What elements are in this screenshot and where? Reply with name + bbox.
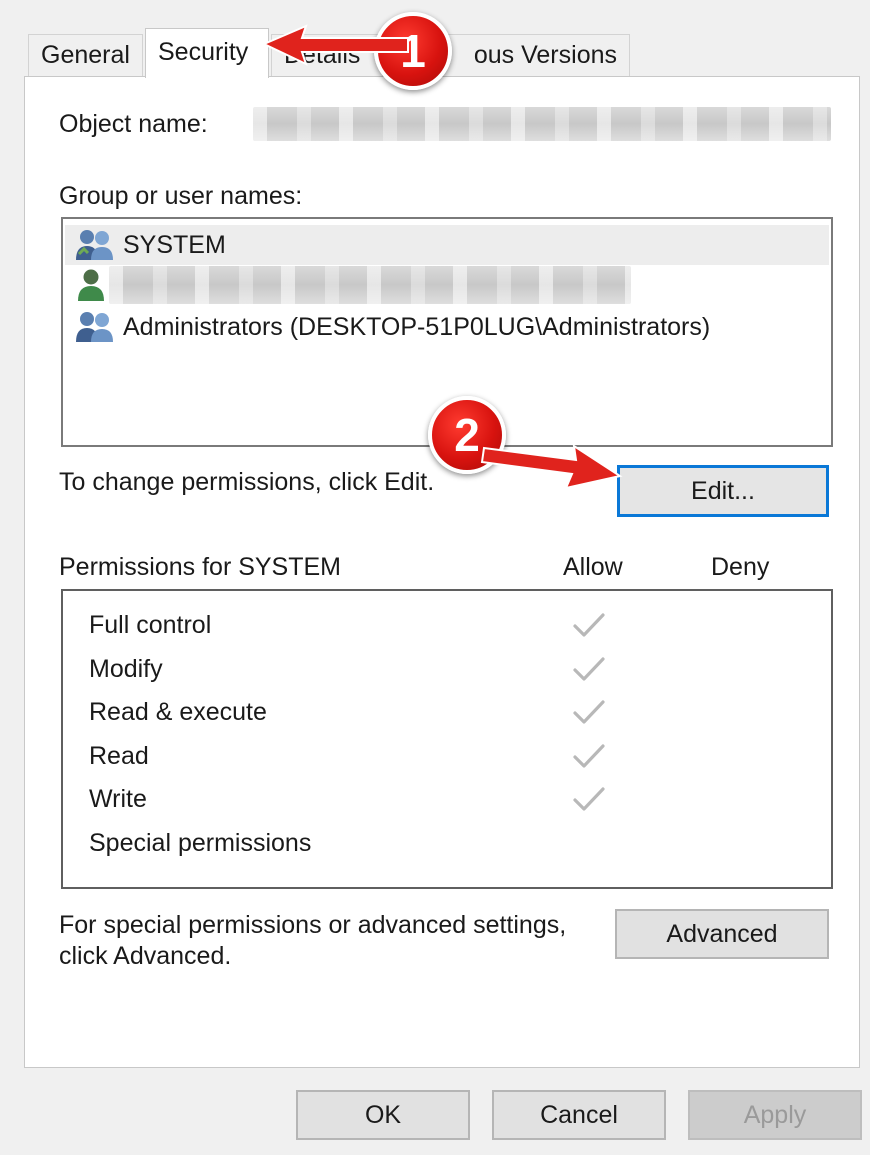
tab-details[interactable]: Details: [271, 34, 383, 76]
group-users-icon: [75, 228, 115, 262]
user-name-redacted: [109, 266, 631, 304]
tab-security[interactable]: Security: [145, 28, 269, 78]
cancel-button[interactable]: Cancel: [492, 1090, 666, 1140]
allow-check-icon: [571, 653, 607, 685]
permission-row: Read & execute: [89, 694, 789, 730]
permission-name: Special permissions: [89, 828, 312, 857]
security-panel: Object name: Group or user names: SYSTEM: [24, 76, 860, 1068]
list-item-user[interactable]: [65, 265, 829, 305]
permission-name: Write: [89, 785, 147, 813]
object-name-value-redacted: [253, 107, 831, 141]
change-permissions-hint: To change permissions, click Edit.: [59, 468, 435, 496]
list-item-label: Administrators (DESKTOP-51P0LUG\Administ…: [123, 312, 711, 341]
allow-check-icon: [571, 609, 607, 641]
deny-column-header: Deny: [711, 553, 770, 581]
allow-check-icon: [571, 740, 607, 772]
tab-general[interactable]: General: [28, 34, 143, 76]
advanced-hint-line2: click Advanced.: [59, 942, 232, 970]
annotation-badge-2: 2: [428, 396, 506, 474]
advanced-button[interactable]: Advanced: [615, 909, 829, 959]
annotation-badge-1: 1: [374, 12, 452, 90]
allow-check-icon: [571, 783, 607, 815]
allow-check-icon: [571, 696, 607, 728]
permission-name: Full control: [89, 611, 212, 639]
allow-column-header: Allow: [563, 553, 623, 581]
group-user-names-label: Group or user names:: [59, 182, 303, 210]
list-item-label: SYSTEM: [123, 230, 226, 259]
apply-button: Apply: [688, 1090, 862, 1140]
list-item-system[interactable]: SYSTEM: [65, 225, 829, 265]
list-item-administrators[interactable]: Administrators (DESKTOP-51P0LUG\Administ…: [65, 307, 829, 347]
permission-name: Read: [89, 741, 149, 770]
group-users-icon: [75, 310, 115, 344]
permissions-for-label: Permissions for SYSTEM: [59, 553, 342, 581]
permission-name: Modify: [89, 654, 163, 683]
ok-button[interactable]: OK: [296, 1090, 470, 1140]
permission-row: Full control: [89, 607, 789, 643]
permission-row: Write: [89, 781, 789, 817]
properties-dialog: General Details ous Versions Security Ob…: [0, 0, 870, 1155]
advanced-hint-line1: For special permissions or advanced sett…: [59, 911, 567, 939]
permissions-list: Full control Modify Read & execute Read Writ…: [61, 589, 833, 889]
object-name-label: Object name:: [59, 110, 208, 138]
permission-row: Modify: [89, 651, 789, 687]
permission-row: Read: [89, 738, 789, 774]
permission-row: Special permissions: [89, 825, 789, 861]
edit-button[interactable]: Edit...: [617, 465, 829, 517]
permission-name: Read & execute: [89, 698, 267, 726]
